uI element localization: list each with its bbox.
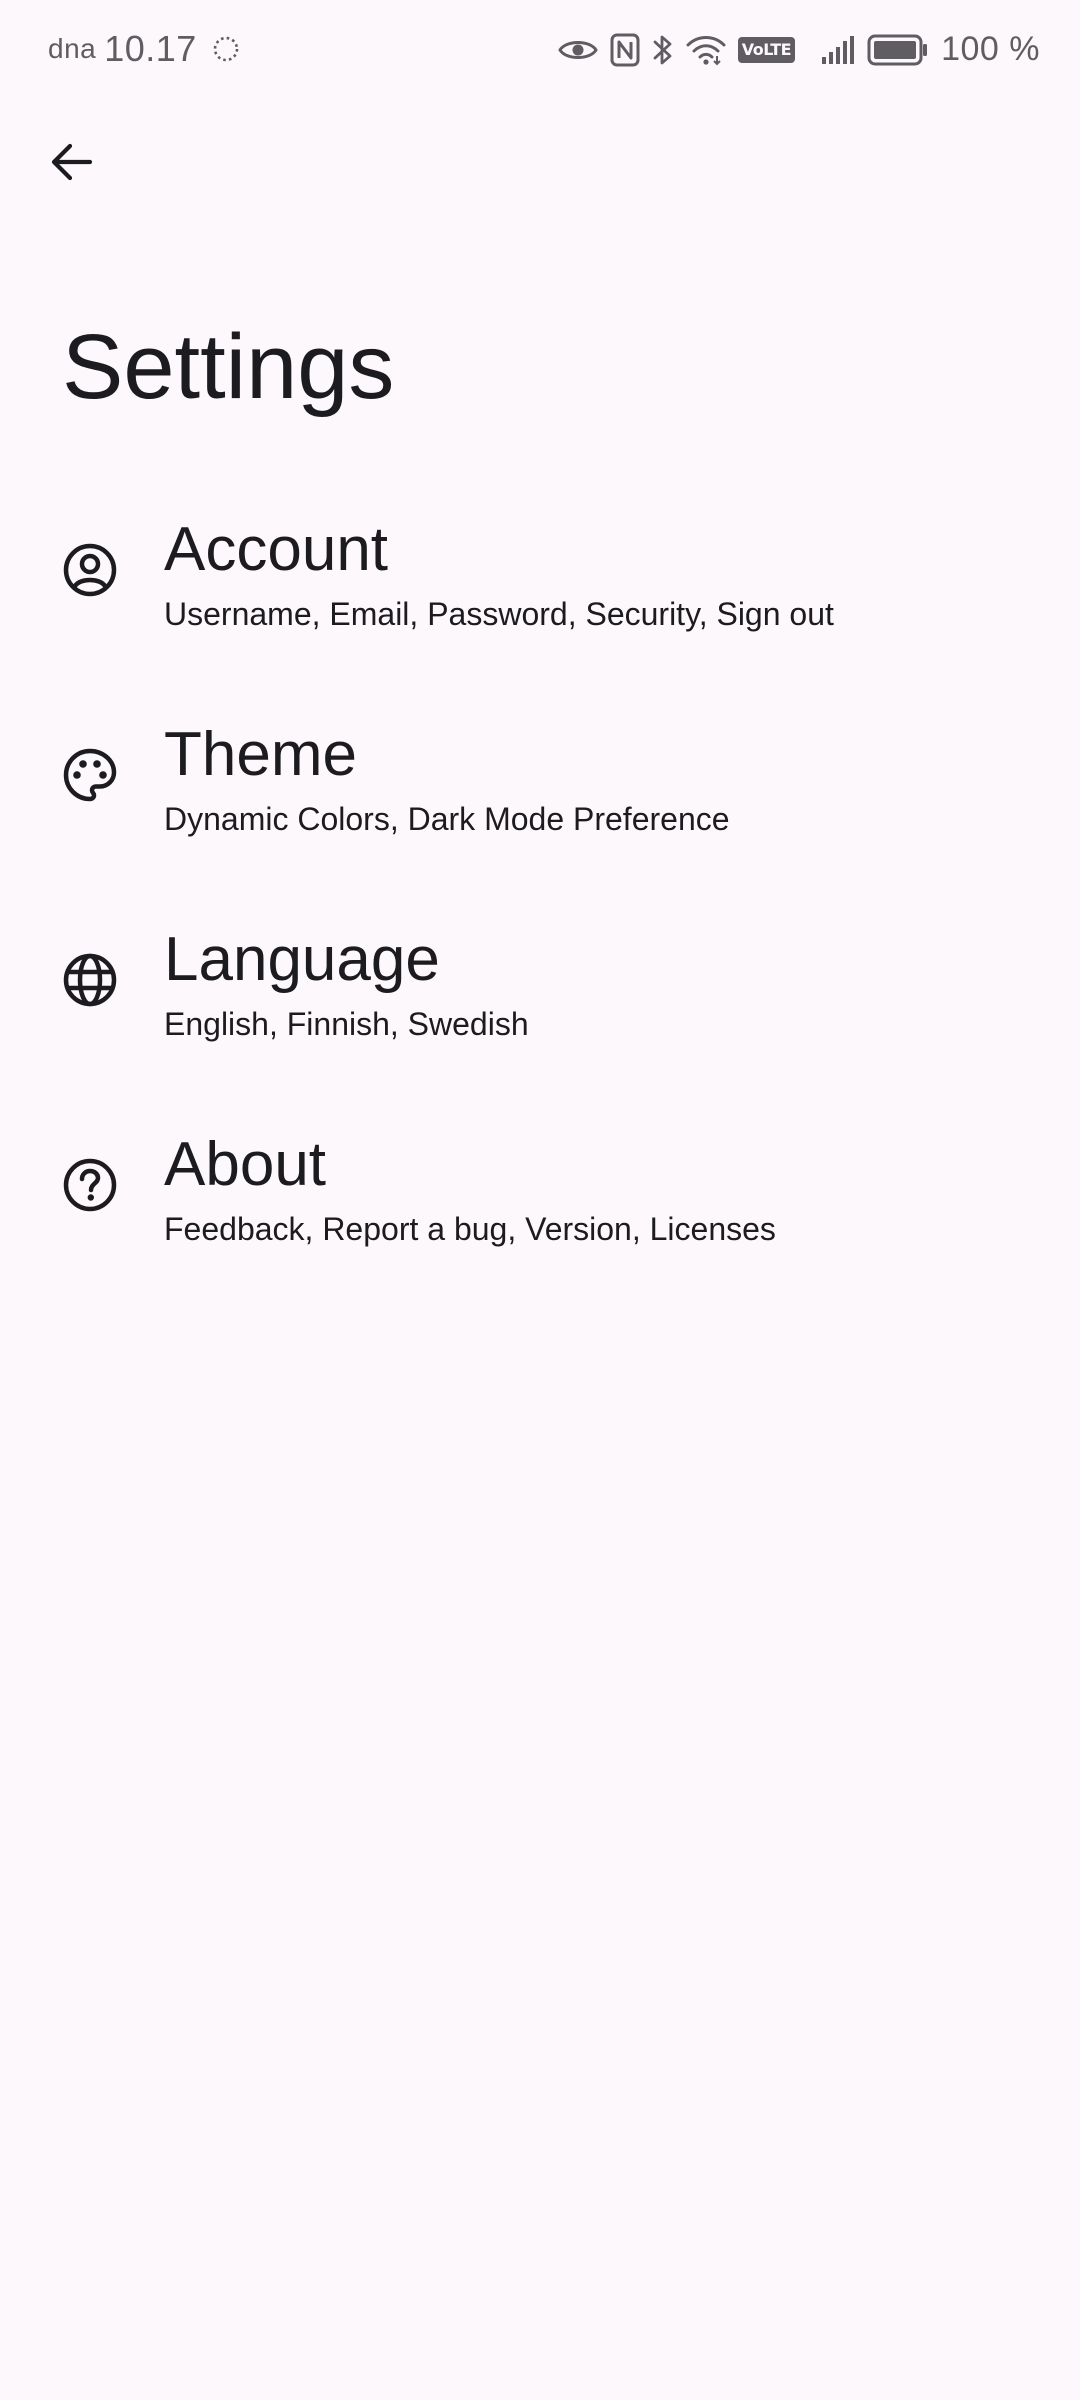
settings-item-title: Language — [164, 925, 440, 994]
wifi-icon — [686, 34, 726, 66]
settings-item-subtitle: Username, Email, Password, Security, Sig… — [164, 596, 834, 632]
settings-item-theme[interactable]: Theme Dynamic Colors, Dark Mode Preferen… — [0, 705, 1080, 910]
nfc-icon — [610, 33, 640, 67]
settings-list: Account Username, Email, Password, Secur… — [0, 500, 1080, 1320]
account-circle-icon — [62, 542, 118, 598]
back-button[interactable] — [40, 130, 104, 194]
settings-item-subtitle: Feedback, Report a bug, Version, License… — [164, 1211, 776, 1247]
signal-icon — [821, 35, 855, 65]
volte-label: VoLTE — [737, 36, 796, 63]
battery-percent: 100 % — [941, 30, 1040, 68]
settings-item-language[interactable]: Language English, Finnish, Swedish — [0, 910, 1080, 1115]
volte-icon: VoLTE — [737, 36, 796, 63]
settings-item-subtitle: English, Finnish, Swedish — [164, 1006, 529, 1042]
help-circle-icon — [62, 1157, 118, 1213]
palette-icon — [62, 747, 118, 803]
settings-item-title: Theme — [164, 720, 357, 789]
sync-icon — [211, 34, 241, 64]
page-title: Settings — [62, 316, 395, 418]
settings-item-title: Account — [164, 515, 389, 584]
bluetooth-icon — [652, 32, 674, 68]
settings-item-title: About — [164, 1130, 327, 1199]
arrow-back-icon — [50, 142, 94, 182]
status-left: dna 10.17 — [48, 28, 241, 70]
carrier-name: dna — [48, 33, 97, 64]
globe-icon — [62, 952, 118, 1008]
settings-item-about[interactable]: About Feedback, Report a bug, Version, L… — [0, 1115, 1080, 1320]
battery-icon — [867, 34, 929, 66]
status-bar: dna 10.17 VoLTE 100 % — [0, 0, 1080, 104]
settings-item-account[interactable]: Account Username, Email, Password, Secur… — [0, 500, 1080, 705]
status-right: VoLTE 100 % — [546, 30, 1040, 69]
eye-icon — [557, 37, 598, 63]
status-time: 10.17 — [104, 28, 197, 69]
settings-item-subtitle: Dynamic Colors, Dark Mode Preference — [164, 801, 730, 837]
